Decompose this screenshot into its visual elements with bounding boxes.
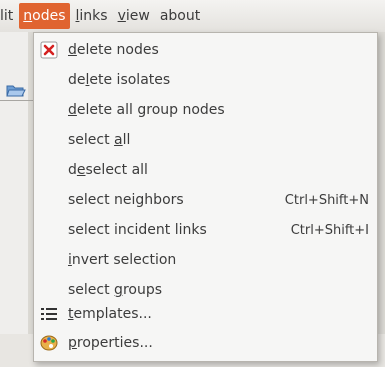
menu-item-delete-all-group-nodes[interactable]: delete all group nodes [34, 95, 377, 125]
menu-nodes[interactable]: nodes [19, 3, 70, 29]
menu-item-deselect-all[interactable]: deselect all [34, 155, 377, 185]
open-folder-icon[interactable] [6, 82, 26, 98]
palette-icon [40, 334, 58, 352]
menu-item-label: delete isolates [68, 72, 171, 88]
menu-item-label: select all [68, 132, 131, 148]
menubar: lit nodes links view about [0, 0, 385, 32]
menu-item-label: templates... [68, 306, 152, 322]
toolbar [0, 32, 28, 367]
menu-view[interactable]: view [114, 3, 154, 29]
shortcut-label: Ctrl+Shift+I [290, 222, 369, 238]
menu-item-label: delete nodes [68, 42, 159, 58]
menu-item-select-all[interactable]: select all [34, 125, 377, 155]
menu-item-delete-isolates[interactable]: delete isolates [34, 65, 377, 95]
menu-item-label: delete all group nodes [68, 102, 225, 118]
menu-item-templates[interactable]: templates... [34, 299, 377, 329]
delete-x-icon [40, 41, 58, 59]
menu-item-label: select incident links [68, 222, 207, 238]
menu-item-delete-nodes[interactable]: delete nodes [34, 35, 377, 65]
menu-about[interactable]: about [156, 3, 204, 29]
list-icon [40, 305, 58, 323]
menu-item-properties[interactable]: properties... [34, 328, 377, 358]
divider [0, 100, 34, 101]
menu-links[interactable]: links [72, 3, 112, 29]
menu-item-label: properties... [68, 335, 153, 351]
menu-item-label: select neighbors [68, 192, 184, 208]
shortcut-label: Ctrl+Shift+N [284, 192, 369, 208]
menu-edit[interactable]: lit [0, 3, 17, 29]
menu-item-label: select groups [68, 282, 163, 298]
menu-item-select-neighbors[interactable]: select neighbors Ctrl+Shift+N [34, 185, 377, 215]
menu-item-label: invert selection [68, 252, 177, 268]
nodes-menu: delete nodes delete isolates delete all … [33, 32, 378, 362]
menu-item-label: deselect all [68, 162, 148, 178]
menu-item-select-incident-links[interactable]: select incident links Ctrl+Shift+I [34, 215, 377, 245]
menu-item-invert-selection[interactable]: invert selection [34, 245, 377, 275]
